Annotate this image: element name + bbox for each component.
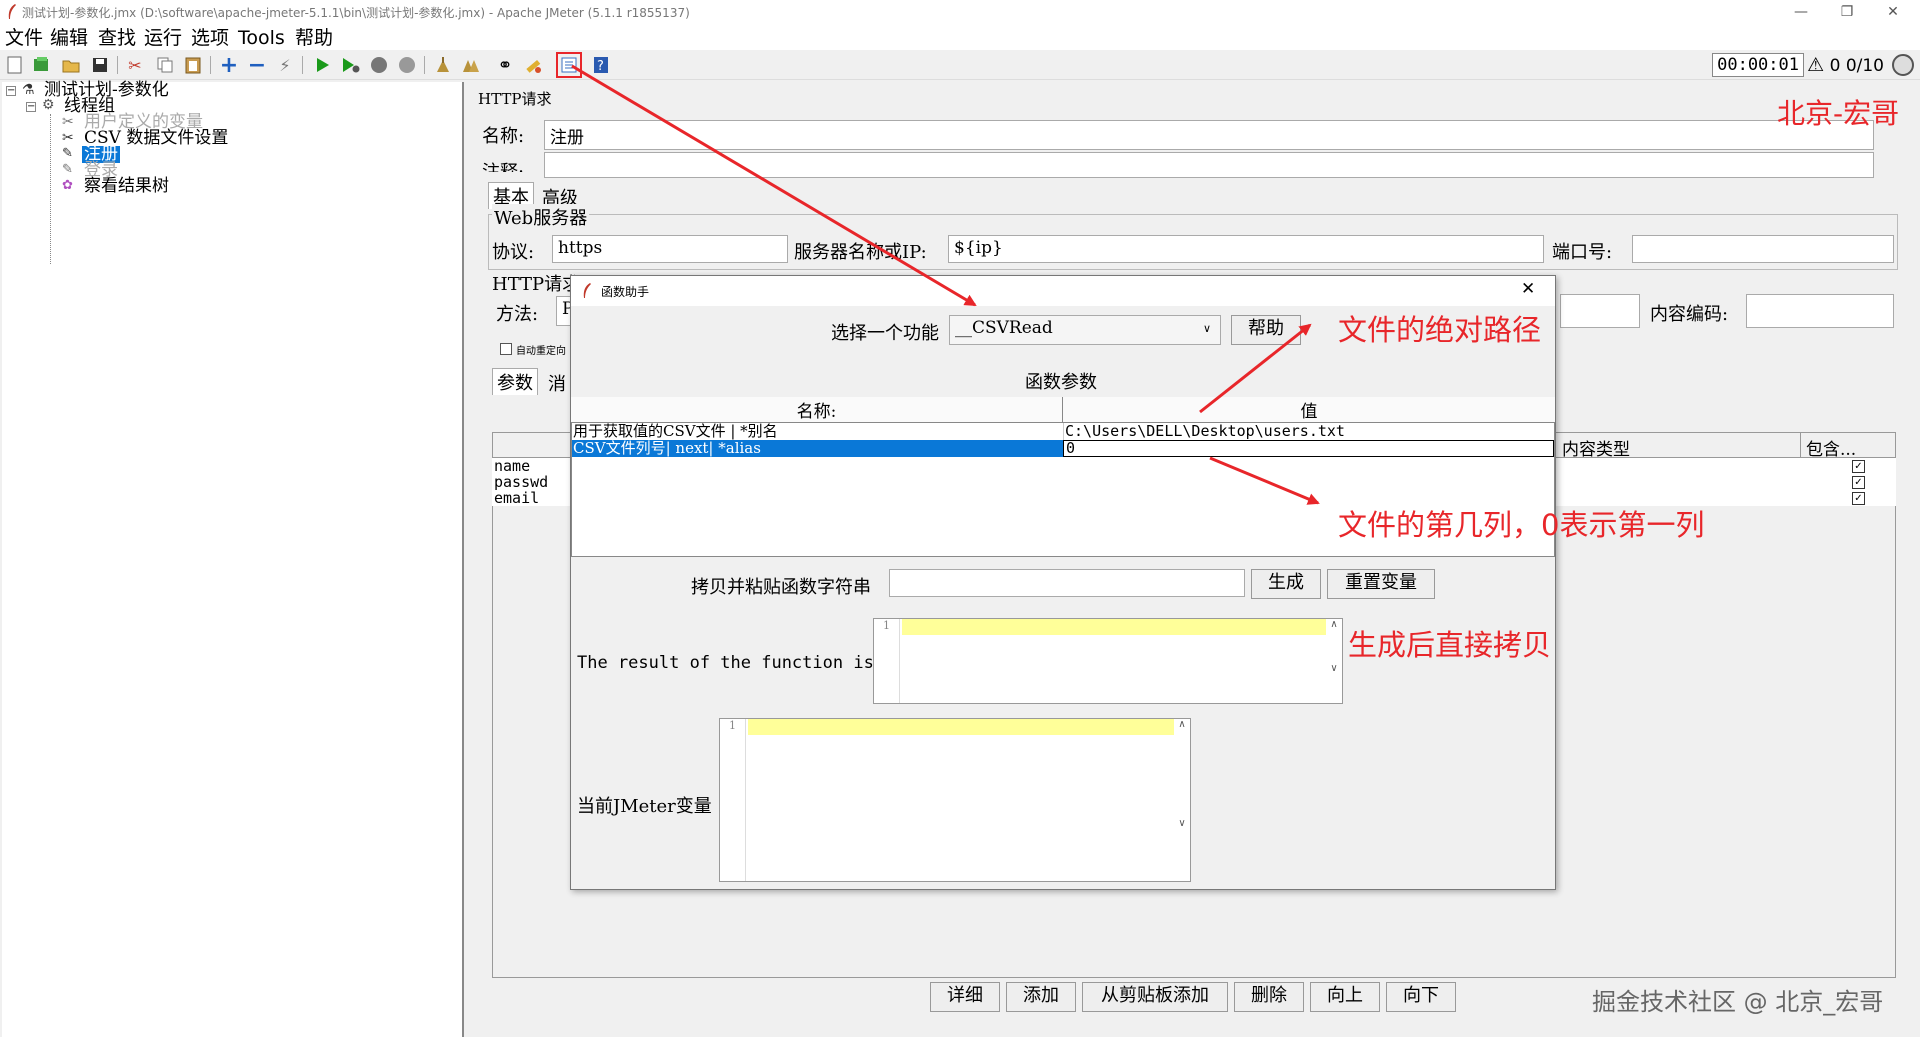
absolute-path-annotation: 文件的绝对路径 <box>1338 313 1542 347</box>
arrow-to-column-value <box>1209 456 1320 505</box>
copy-annotation: 生成后直接拷贝 <box>1348 628 1552 662</box>
author-annotation: 北京-宏哥 <box>1777 97 1900 130</box>
arrow-to-function-select <box>571 64 977 307</box>
arrow-to-path-value <box>1199 323 1312 414</box>
column-annotation: 文件的第几列，0表示第一列 <box>1338 508 1705 542</box>
watermark: 掘金技术社区 @ 北京_宏哥 <box>1592 988 1884 1016</box>
